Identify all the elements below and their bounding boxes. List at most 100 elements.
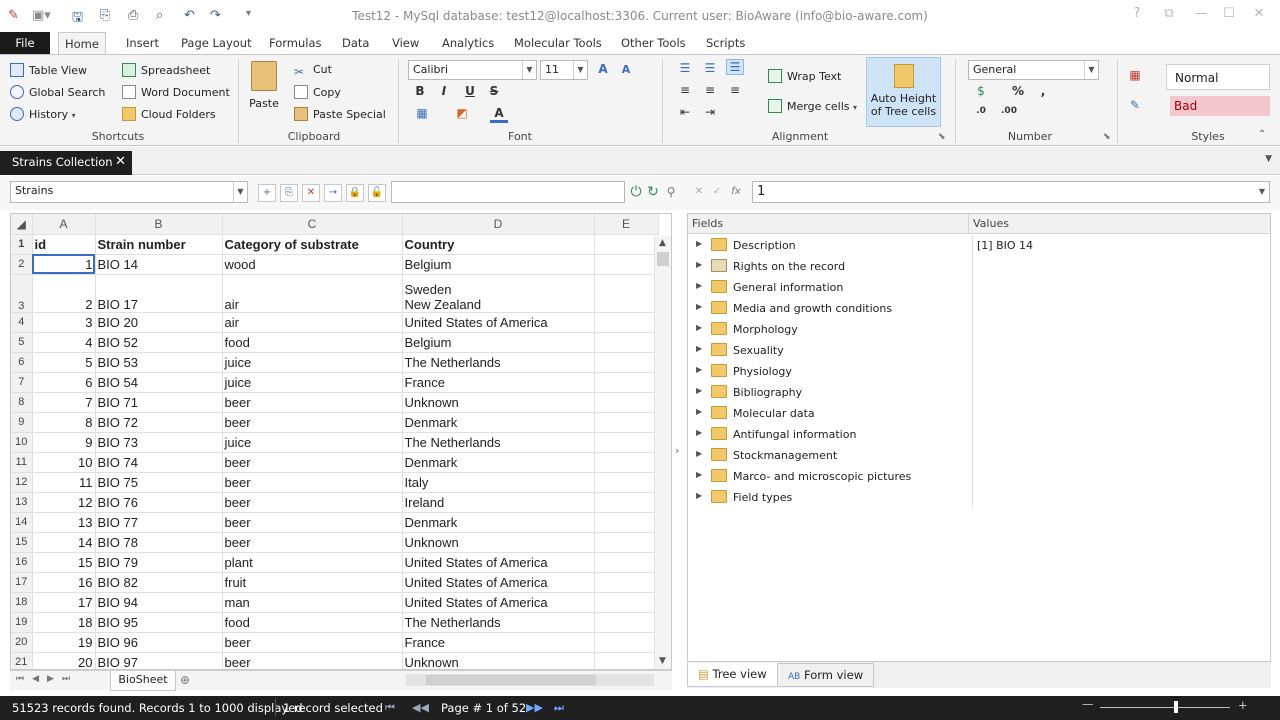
cell-country[interactable]: Denmark [402,512,595,533]
table-row[interactable]: 8 7 BIO 71 beer Unknown [11,392,659,413]
tab-other-tools[interactable]: Other Tools [615,32,692,54]
next-page-icon[interactable]: ▶▶ [526,701,543,714]
expand-arrow-icon[interactable]: ▶ [696,239,702,248]
tree-node[interactable]: ▶ Morphology [688,319,1270,340]
fields-column-header[interactable]: Fields [692,217,723,230]
search-input[interactable] [391,181,625,203]
cell-strain-number[interactable]: BIO 72 [95,412,223,433]
tab-home[interactable]: Home [58,32,106,54]
cell[interactable] [594,552,659,573]
tree-node-value[interactable] [972,340,1270,361]
expand-arrow-icon[interactable]: ▶ [696,365,702,374]
row-header[interactable]: 4 [11,312,33,333]
row-header[interactable]: 20 [11,632,33,653]
cell-id[interactable]: 5 [32,352,96,373]
tab-analytics[interactable]: Analytics [436,32,500,54]
cell-strain-number[interactable]: BIO 95 [95,612,223,633]
copy-record-icon[interactable]: ⎘ [280,184,298,202]
tree-node[interactable]: ▶ Description [1] BIO 14 [688,235,1270,256]
italic-icon[interactable]: I [435,84,453,98]
tree-node-value[interactable] [972,487,1270,508]
tree-node-value[interactable] [972,466,1270,487]
global-search-button[interactable]: Global Search [10,85,105,99]
row-header[interactable]: 12 [11,472,33,493]
column-header-d[interactable]: D [402,214,595,235]
previous-page-icon[interactable]: ◀◀ [412,701,429,714]
align-bottom-icon[interactable]: ☰ [726,59,744,75]
expand-arrow-icon[interactable]: ▶ [696,260,702,269]
cell-country[interactable]: The Netherlands [402,432,595,453]
table-row[interactable]: 2 1 BIO 14 wood Belgium [11,254,659,275]
row-header[interactable]: 11 [11,452,33,473]
table-row[interactable]: 10 9 BIO 73 juice The Netherlands [11,432,659,453]
font-family-select[interactable]: Calibri ▼ [408,60,537,80]
cell-category[interactable]: food [222,612,403,633]
bold-icon[interactable]: B [411,84,429,98]
form-view-tab[interactable]: AB Form view [777,663,875,687]
minimize-button[interactable]: — [1190,6,1212,26]
cell[interactable] [594,612,659,633]
cell-country[interactable]: Denmark [402,452,595,473]
column-header-b[interactable]: B [95,214,223,235]
number-launcher-icon[interactable]: ⬊ [1103,132,1111,142]
cell-country[interactable]: Ireland [402,492,595,513]
currency-icon[interactable]: $ [972,84,990,98]
cell-id[interactable]: 17 [32,592,96,613]
alignment-launcher-icon[interactable]: ⬊ [938,132,946,142]
row-header[interactable]: 2 [11,254,33,275]
cell-strain-number[interactable]: BIO 52 [95,332,223,353]
cell-strain-number[interactable]: BIO 17 [95,274,223,313]
cell[interactable] [594,592,659,613]
zoom-slider-thumb[interactable] [1174,701,1178,713]
cell-category[interactable]: food [222,332,403,353]
cell[interactable] [594,472,659,493]
cell-category[interactable]: beer [222,492,403,513]
cell-strain-number[interactable]: BIO 77 [95,512,223,533]
cell[interactable] [594,392,659,413]
tree-node-value[interactable] [972,319,1270,340]
expand-arrow-icon[interactable]: ▶ [696,491,702,500]
row-header[interactable]: 8 [11,392,33,413]
decrease-decimal-icon[interactable]: .00 [1000,106,1018,116]
cell-id[interactable]: 4 [32,332,96,353]
tree-node-value[interactable] [972,445,1270,466]
row-header[interactable]: 1 [11,234,33,255]
cell[interactable] [594,412,659,433]
cell-strain-number[interactable]: BIO 53 [95,352,223,373]
font-color-icon[interactable]: A [490,106,508,123]
last-page-icon[interactable]: ⏭ [554,701,564,715]
cell-strain-number[interactable]: BIO 76 [95,492,223,513]
cell[interactable] [594,312,659,333]
table-row[interactable]: 15 14 BIO 78 beer Unknown [11,532,659,553]
row-header[interactable]: 6 [11,352,33,373]
cell-id[interactable]: 10 [32,452,96,473]
lock-icon[interactable]: 🔒 [346,184,364,202]
cell-country[interactable]: Denmark [402,412,595,433]
header-cell-id[interactable]: id [32,234,96,255]
cell-country[interactable]: United States of America [402,552,595,573]
tree-node[interactable]: ▶ Field types [688,487,1270,508]
tree-node[interactable]: ▶ General information [688,277,1270,298]
table-row[interactable]: 20 19 BIO 96 beer France [11,632,659,653]
cell-strain-number[interactable]: BIO 96 [95,632,223,653]
spreadsheet-grid[interactable]: ◢ A B C D E 1 id Strain number Category … [10,213,672,670]
apply-search-icon[interactable]: ⏻ [627,184,645,202]
tree-node-value[interactable] [972,277,1270,298]
table-row[interactable]: 13 12 BIO 76 beer Ireland [11,492,659,513]
cell[interactable] [594,652,659,669]
refresh-icon[interactable]: ↻ [644,184,662,202]
cell-country[interactable]: Italy [402,472,595,493]
cell-category[interactable]: plant [222,552,403,573]
expand-arrow-icon[interactable]: ▶ [696,281,702,290]
zoom-out-icon[interactable]: — [1082,697,1094,711]
cell-category[interactable]: beer [222,532,403,553]
scroll-thumb[interactable] [426,675,596,685]
table-row[interactable]: 5 4 BIO 52 food Belgium [11,332,659,353]
row-header[interactable]: 17 [11,572,33,593]
cell-category[interactable]: fruit [222,572,403,593]
cell-category[interactable]: juice [222,372,403,393]
table-row[interactable]: 19 18 BIO 95 food The Netherlands [11,612,659,633]
select-all-corner[interactable]: ◢ [11,214,33,235]
tab-file[interactable]: File [0,32,50,54]
cell-country[interactable]: United States of America [402,592,595,613]
